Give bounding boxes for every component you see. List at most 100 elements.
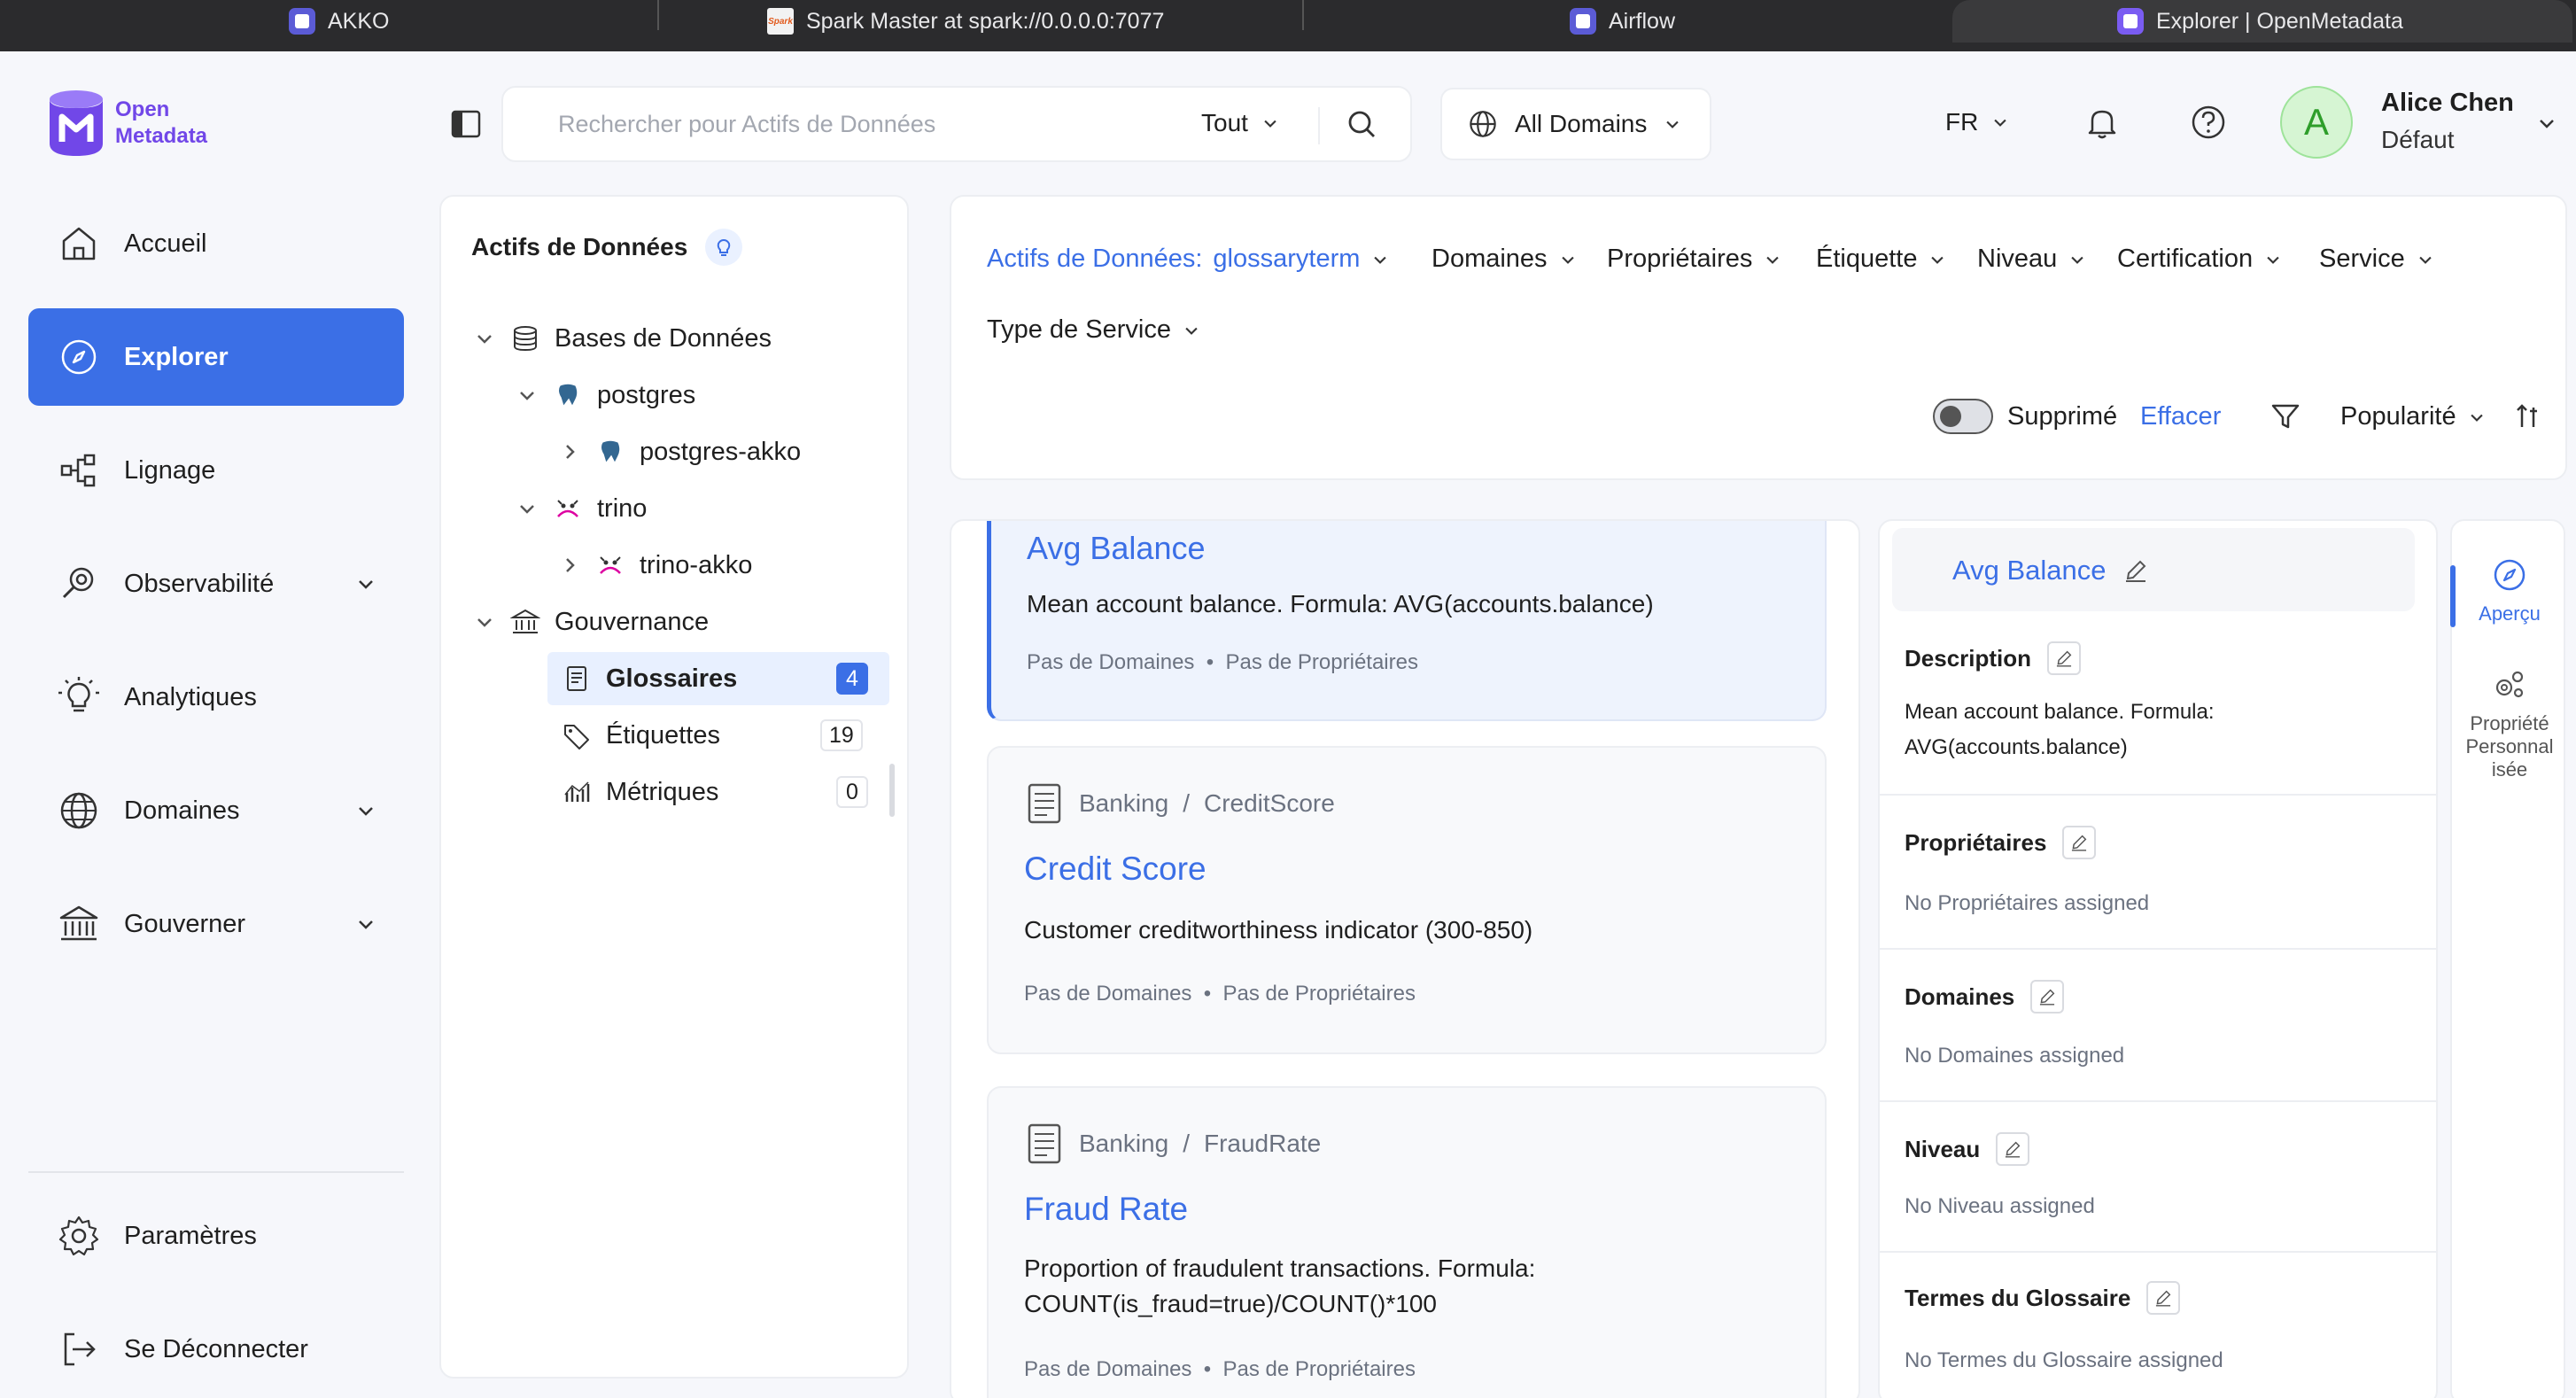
tab-apercu[interactable]: Aperçu: [2452, 556, 2567, 625]
nav-item-analytiques[interactable]: Analytiques: [28, 649, 404, 746]
filter-tag[interactable]: Étiquette: [1816, 245, 1947, 274]
browser-tab-spark[interactable]: Spark Spark Master at spark://0.0.0.0:70…: [767, 0, 1164, 43]
sidebar-toggle-icon[interactable]: [450, 108, 482, 140]
meta-dot: •: [1198, 982, 1217, 1006]
nav-item-observabilite[interactable]: Observabilité: [28, 535, 404, 633]
result-meta: Pas de Domaines • Pas de Propriétaires: [1024, 1357, 1416, 1382]
edit-tier-button[interactable]: [1996, 1132, 2030, 1166]
result-description: Mean account balance. Formula: AVG(accou…: [1027, 590, 1654, 617]
tree-scrollbar[interactable]: [889, 764, 895, 817]
filter-icon[interactable]: [2270, 400, 2301, 432]
section-label: Domaines: [1905, 980, 2065, 1014]
result-card[interactable]: Avg Balance Mean account balance. Formul…: [987, 521, 1827, 721]
postgres-icon: [557, 383, 578, 408]
rail-label-line: isée: [2491, 758, 2528, 781]
chevron-down-icon[interactable]: [473, 327, 496, 350]
chevron-right-icon[interactable]: [558, 554, 581, 577]
filter-certification[interactable]: Certification: [2117, 245, 2283, 274]
result-title[interactable]: Fraud Rate: [1024, 1191, 1188, 1228]
tree-node-label: trino-akko: [640, 550, 753, 579]
filter-owners[interactable]: Propriétaires: [1607, 245, 1782, 274]
nav-item-lignage[interactable]: Lignage: [28, 422, 404, 519]
bank-icon: [510, 609, 540, 633]
breadcrumb-item[interactable]: CreditScore: [1204, 789, 1335, 818]
edit-description-button[interactable]: [2047, 641, 2082, 675]
browser-tab-airflow[interactable]: Airflow: [1570, 0, 1675, 43]
filter-label: Niveau: [1977, 245, 2058, 273]
result-card[interactable]: Banking / CreditScore Credit Score Custo…: [987, 746, 1827, 1054]
tree-node-postgres[interactable]: postgres: [516, 369, 695, 422]
help-icon[interactable]: [2190, 104, 2227, 141]
bell-icon[interactable]: [2083, 104, 2121, 141]
nav-item-explorer[interactable]: Explorer: [28, 308, 404, 406]
sort-order-icon[interactable]: [2514, 400, 2542, 432]
filter-label: Certification: [2117, 245, 2254, 273]
chevron-down-icon[interactable]: [2535, 112, 2558, 135]
search-icon[interactable]: [1345, 107, 1380, 143]
tree-title-label: Actifs de Données: [471, 233, 688, 260]
language-selector[interactable]: FR: [1945, 108, 2010, 136]
search-scope-dropdown[interactable]: Tout: [1201, 109, 1280, 137]
filter-label: Propriétaires: [1607, 245, 1753, 273]
chevron-down-icon[interactable]: [473, 610, 496, 633]
nav-item-gouverner[interactable]: Gouverner: [28, 875, 404, 973]
chevron-down-icon: [1561, 256, 1574, 264]
edit-owners-button[interactable]: [2062, 826, 2097, 859]
detail-title-link[interactable]: Avg Balance: [1952, 555, 2107, 586]
language-label: FR: [1945, 108, 1979, 136]
filter-tier[interactable]: Niveau: [1977, 245, 2087, 274]
chevron-down-icon: [1931, 256, 1944, 264]
breadcrumb-item[interactable]: FraudRate: [1204, 1130, 1321, 1158]
browser-tab-openmetadata[interactable]: Explorer | OpenMetadata: [1952, 0, 2572, 43]
edit-domains-button[interactable]: [2030, 980, 2065, 1014]
nav-item-domaines[interactable]: Domaines: [28, 762, 404, 859]
nav-item-accueil[interactable]: Accueil: [28, 195, 404, 292]
filter-service-type[interactable]: Type de Service: [987, 315, 1201, 345]
compass-icon: [61, 339, 97, 375]
browser-tab-title: Explorer | OpenMetadata: [2156, 8, 2403, 34]
sort-dropdown[interactable]: Popularité: [2340, 402, 2487, 431]
lineage-icon: [60, 454, 96, 487]
asset-tree-panel: Actifs de Données Bases de Données postg…: [439, 195, 909, 1379]
breadcrumb-item[interactable]: Banking: [1079, 1130, 1168, 1158]
breadcrumb-item[interactable]: Banking: [1079, 789, 1168, 818]
edit-glossary-terms-button[interactable]: [2146, 1281, 2181, 1315]
filter-asset-type[interactable]: Actifs de Données: glossaryterm: [987, 245, 1390, 274]
bulb-icon: [58, 677, 99, 712]
result-owners: Pas de Propriétaires: [1222, 982, 1416, 1006]
tree-node-trino[interactable]: trino: [516, 482, 647, 535]
avatar[interactable]: A: [2280, 86, 2353, 159]
tree-node-metriques[interactable]: Métriques: [562, 765, 718, 819]
result-card[interactable]: Banking / FraudRate Fraud Rate Proportio…: [987, 1086, 1827, 1398]
chevron-down-icon[interactable]: [516, 384, 539, 407]
nav-item-parametres[interactable]: Paramètres: [28, 1187, 404, 1285]
chevron-right-icon[interactable]: [558, 440, 581, 463]
filter-service[interactable]: Service: [2319, 245, 2435, 274]
filter-domains[interactable]: Domaines: [1432, 245, 1578, 274]
section-label-text: Domaines: [1905, 982, 2015, 1010]
deleted-toggle[interactable]: [1933, 399, 1993, 434]
openmetadata-logo[interactable]: Open Metadata: [46, 89, 207, 158]
clear-filters-link[interactable]: Effacer: [2140, 402, 2221, 431]
tree-node-databases[interactable]: Bases de Données: [473, 312, 772, 365]
browser-tab-akko[interactable]: AKKO: [289, 0, 389, 43]
bulb-icon[interactable]: [705, 229, 743, 266]
tab-custom-properties[interactable]: Propriété Personnal isée: [2452, 666, 2567, 781]
domain-selector[interactable]: All Domains: [1440, 88, 1711, 160]
user-name[interactable]: Alice Chen: [2381, 89, 2514, 118]
chevron-down-icon[interactable]: [516, 497, 539, 520]
edit-icon[interactable]: [2122, 557, 2149, 584]
tree-node-etiquettes[interactable]: Étiquettes: [562, 709, 720, 762]
result-title[interactable]: Credit Score: [1024, 850, 1207, 888]
tree-node-governance[interactable]: Gouvernance: [473, 595, 709, 649]
search-input[interactable]: Rechercher pour Actifs de Données: [558, 111, 935, 138]
nav-item-deconnecter[interactable]: Se Déconnecter: [28, 1301, 404, 1398]
chevron-down-icon: [2267, 256, 2279, 264]
tree-node-postgres-akko[interactable]: postgres-akko: [558, 425, 801, 478]
tree-node-trino-akko[interactable]: trino-akko: [558, 539, 752, 592]
result-title[interactable]: Avg Balance: [1027, 530, 1205, 567]
observability-icon: [62, 567, 94, 599]
filter-label: Domaines: [1432, 245, 1548, 273]
home-icon: [62, 227, 96, 260]
description-line: Proportion of fraudulent transactions. F…: [1024, 1254, 1536, 1282]
